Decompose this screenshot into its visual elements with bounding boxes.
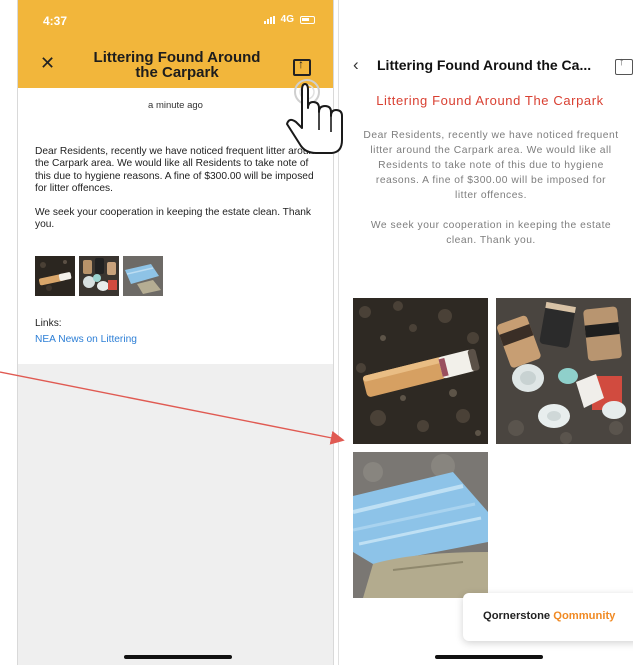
- share-icon: ↑: [298, 57, 304, 71]
- page-title: Littering Found Around the Carpark: [93, 49, 261, 81]
- notice-body: Dear Residents, recently we have noticed…: [35, 146, 323, 244]
- nav-title: Littering Found Around the Ca...: [377, 57, 592, 73]
- brand-name-part1: Qornerstone: [483, 610, 551, 622]
- status-time: 4:37: [43, 14, 68, 28]
- notice-paragraph: We seek your cooperation in keeping the …: [35, 207, 311, 231]
- share-icon: ↑: [619, 56, 625, 68]
- share-button[interactable]: ↑: [293, 57, 311, 76]
- home-indicator: [435, 655, 543, 659]
- thumbnail-cups[interactable]: [79, 256, 119, 296]
- article-title: Littering Found Around The Carpark: [376, 93, 604, 108]
- app-header: 4:37 4G ✕ Littering Found Around the Car…: [18, 0, 333, 88]
- right-phone-screen: ‹ Littering Found Around the Ca... ↑ Lit…: [338, 0, 633, 665]
- thumbnail-mask[interactable]: [123, 256, 163, 296]
- signal-icon: [263, 15, 275, 24]
- share-button[interactable]: ↑: [615, 56, 633, 75]
- article-paragraph: Dear Residents, recently we have noticed…: [363, 130, 619, 201]
- brand-name-part2: Qommunity: [553, 610, 616, 622]
- close-icon[interactable]: ✕: [40, 54, 55, 72]
- thumbnail-cigarette[interactable]: [35, 256, 75, 296]
- network-label: 4G: [280, 14, 294, 25]
- links-label: Links:: [35, 318, 62, 329]
- nea-news-link[interactable]: NEA News on Littering: [35, 334, 137, 345]
- image-face-mask[interactable]: [353, 452, 488, 598]
- battery-icon: [300, 15, 315, 24]
- left-phone-screen: 4:37 4G ✕ Littering Found Around the Car…: [17, 0, 334, 665]
- image-coffee-cups[interactable]: [496, 298, 631, 444]
- timestamp: a minute ago: [148, 100, 203, 111]
- brand-name: Qornerstone Qommunity: [483, 610, 615, 622]
- notice-paragraph: Dear Residents, recently we have noticed…: [35, 146, 320, 194]
- notice-card: a minute ago Dear Residents, recently we…: [18, 88, 333, 364]
- back-chevron-icon[interactable]: ‹: [353, 56, 359, 73]
- thumbnail-strip: [35, 256, 163, 296]
- home-indicator: [124, 655, 232, 659]
- article-body: Dear Residents, recently we have noticed…: [363, 128, 619, 263]
- status-indicators: 4G: [263, 14, 315, 25]
- image-cigarette[interactable]: [353, 298, 488, 444]
- brand-badge: Qornerstone Qommunity: [463, 593, 633, 641]
- article-paragraph: We seek your cooperation in keeping the …: [370, 220, 612, 246]
